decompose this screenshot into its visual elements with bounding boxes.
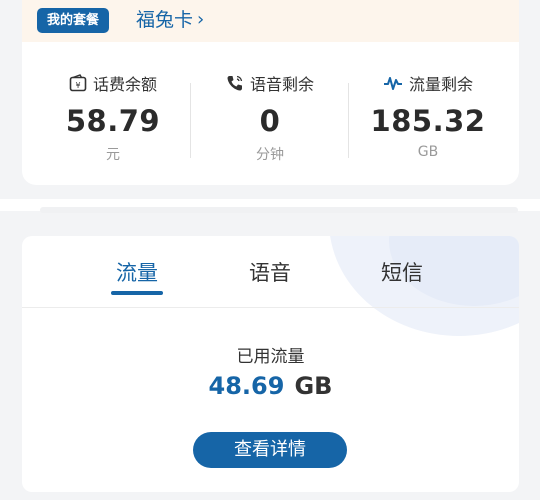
stat-voice[interactable]: 语音剩余 0 分钟 xyxy=(190,70,350,164)
view-details-button[interactable]: 查看详情 xyxy=(193,432,347,468)
stat-voice-unit: 分钟 xyxy=(256,147,284,163)
my-plan-badge: 我的套餐 xyxy=(37,8,110,33)
used-data-value: 48.69 xyxy=(208,372,285,400)
usage-tabs: 流量 语音 短信 xyxy=(22,236,519,306)
svg-text:¥: ¥ xyxy=(75,81,80,90)
tab-data[interactable]: 流量 xyxy=(87,258,187,288)
wallet-yuan-icon: ¥ xyxy=(69,74,87,92)
balance-card: 我的套餐 福兔卡 › ¥ 话费余额 58.79 元 语音剩余 0 分钟 流量剩余… xyxy=(22,0,519,185)
used-data-unit: GB xyxy=(294,372,333,400)
plan-name: 福兔卡 xyxy=(136,9,194,31)
stat-data-label: 流量剩余 xyxy=(408,75,473,94)
stat-data[interactable]: 流量剩余 185.32 GB xyxy=(348,70,508,160)
stat-balance-value: 58.79 xyxy=(65,104,161,138)
tab-sms[interactable]: 短信 xyxy=(352,258,452,288)
signal-wave-icon xyxy=(383,74,403,92)
phone-icon xyxy=(226,74,244,92)
tab-voice[interactable]: 语音 xyxy=(220,258,320,288)
stat-data-unit: GB xyxy=(417,144,439,160)
active-tab-indicator xyxy=(111,291,163,295)
used-data-amount: 48.69 GB xyxy=(22,372,519,400)
used-data-label: 已用流量 xyxy=(236,347,305,367)
stat-data-value: 185.32 xyxy=(370,104,486,138)
tabs-divider xyxy=(22,307,519,308)
stat-voice-label: 语音剩余 xyxy=(249,75,314,94)
plan-name-link[interactable]: 福兔卡 › xyxy=(136,6,204,34)
stat-balance[interactable]: ¥ 话费余额 58.79 元 xyxy=(33,70,193,164)
plan-header[interactable]: 我的套餐 福兔卡 › xyxy=(22,0,519,42)
usage-card: 流量 语音 短信 已用流量 48.69 GB 查看详情 xyxy=(22,236,519,492)
chevron-right-icon: › xyxy=(197,9,205,30)
stat-balance-unit: 元 xyxy=(106,147,120,163)
section-shadow xyxy=(40,207,518,213)
stat-balance-label: 话费余额 xyxy=(92,75,157,94)
stat-voice-value: 0 xyxy=(259,104,281,138)
